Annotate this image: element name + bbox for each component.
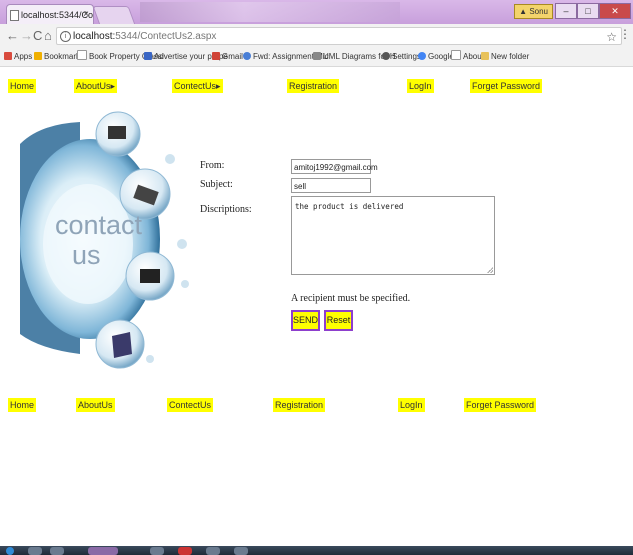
menu-registration[interactable]: Registration <box>287 79 340 93</box>
gear-icon <box>382 52 390 60</box>
menu-label: Forget Password <box>472 81 541 91</box>
subject-field[interactable]: sell <box>291 178 371 193</box>
menu-label: LogIn <box>400 400 423 410</box>
google-icon <box>418 52 426 60</box>
bookmark-item[interactable]: Settings <box>382 48 421 66</box>
taskbar-app-icon[interactable] <box>234 547 248 555</box>
menu-home[interactable]: Home <box>8 79 37 93</box>
footer-menu-home[interactable]: Home <box>8 398 37 412</box>
bookmark-item[interactable]: About <box>451 48 484 66</box>
new-tab-button[interactable] <box>92 6 136 25</box>
menu-label: LogIn <box>409 81 432 91</box>
subject-label: Subject: <box>200 179 233 190</box>
bookmark-item[interactable]: Apps <box>4 48 32 66</box>
menu-label: Home <box>10 81 35 91</box>
bookmark-item[interactable]: Gmail <box>212 48 243 66</box>
forward-arrow-icon[interactable]: → <box>20 28 33 43</box>
menu-label: Registration <box>289 81 338 91</box>
minimize-button[interactable]: – <box>555 3 577 19</box>
taskbar-app-icon[interactable] <box>28 547 42 555</box>
taskbar-app-icon[interactable] <box>50 547 64 555</box>
maximize-button[interactable]: □ <box>577 3 599 19</box>
back-arrow-icon[interactable]: ← <box>6 28 19 43</box>
taskbar-app-icon[interactable] <box>178 547 192 555</box>
bookmark-label: Gmail <box>222 52 243 61</box>
telephone-icon <box>108 126 126 139</box>
apps-icon <box>4 52 12 60</box>
from-field[interactable]: amitoj1992@gmail.com <box>291 159 378 174</box>
url-path: 5344/ContectUs2.aspx <box>115 31 217 42</box>
address-bar[interactable]: i localhost:5344/ContectUs2.aspx ☆ <box>56 27 622 45</box>
footer-menu-contectus[interactable]: ContectUs <box>167 398 214 412</box>
browser-toolbar: ← → C ⌂ i localhost:5344/ContectUs2.aspx… <box>0 24 633 49</box>
us-text: us <box>72 240 101 270</box>
close-tab-icon[interactable]: × <box>83 5 89 24</box>
envelope-icon <box>112 332 132 358</box>
taskbar-app-icon[interactable] <box>88 547 118 555</box>
footer-menu-login[interactable]: LogIn <box>398 398 425 412</box>
taskbar <box>0 546 633 555</box>
from-label: From: <box>200 160 225 171</box>
menu-forget-password[interactable]: Forget Password <box>470 79 543 93</box>
bookmark-star-icon[interactable]: ☆ <box>606 28 617 46</box>
error-message: A recipient must be specified. <box>291 293 411 304</box>
contact-text: contact <box>55 210 143 240</box>
submenu-arrow-icon: ▸ <box>216 81 221 91</box>
bookmark-item[interactable]: Google <box>418 48 454 66</box>
descriptions-text: the product is delivered <box>295 202 404 211</box>
info-icon[interactable]: i <box>60 31 71 42</box>
footer-menu-aboutus[interactable]: AboutUs <box>76 398 115 412</box>
browser-title-bar: localhost:5344/ContectU × ▲ Sonu – □ ✕ <box>0 0 633 25</box>
descriptions-label: Discriptions: <box>200 204 252 215</box>
taskbar-app-icon[interactable] <box>206 547 220 555</box>
contact-us-image: contact us <box>20 111 189 369</box>
page-icon <box>77 50 87 60</box>
menu-login[interactable]: LogIn <box>407 79 434 93</box>
gmail-icon <box>212 52 220 60</box>
send-button[interactable]: SEND <box>291 310 320 331</box>
bookmark-label: Settings <box>392 52 421 61</box>
star-icon <box>34 52 42 60</box>
folder-icon <box>481 52 489 60</box>
bookmarks-bar: Apps Bookmarks Book Property Classi Adve… <box>0 48 633 67</box>
site-icon <box>313 52 321 60</box>
bookmark-item[interactable]: New folder <box>481 48 529 66</box>
menu-label: Home <box>10 400 35 410</box>
descriptions-textarea[interactable]: the product is delivered <box>291 196 495 275</box>
bookmark-label: Google <box>428 52 454 61</box>
computer-icon <box>140 269 160 283</box>
reset-button[interactable]: Reset <box>324 310 353 331</box>
menu-label: AboutUs <box>78 400 113 410</box>
menu-label: AboutUs <box>76 81 111 91</box>
bookmark-label: New folder <box>491 52 530 61</box>
menu-label: Forget Password <box>466 400 535 410</box>
footer-menu-forget-password[interactable]: Forget Password <box>464 398 537 412</box>
browser-menu-icon[interactable]: ⋮ <box>619 27 631 41</box>
site-icon <box>144 52 152 60</box>
home-icon[interactable]: ⌂ <box>44 28 52 43</box>
reload-icon[interactable]: C <box>33 28 42 43</box>
menu-label: ContectUs <box>169 400 212 410</box>
google-icon <box>243 52 251 60</box>
close-window-button[interactable]: ✕ <box>599 3 631 19</box>
url-host: localhost: <box>73 31 116 42</box>
menu-label: ContectUs <box>174 81 217 91</box>
user-profile-button[interactable]: ▲ Sonu <box>514 4 553 19</box>
taskbar-app-icon[interactable] <box>150 547 164 555</box>
user-label: Sonu <box>529 7 548 16</box>
title-bar-decoration <box>140 2 400 22</box>
resize-grip-icon[interactable] <box>487 267 493 273</box>
footer-menu-registration[interactable]: Registration <box>273 398 326 412</box>
menu-aboutus[interactable]: AboutUs▸ <box>74 79 118 93</box>
page-icon <box>451 50 461 60</box>
page-icon <box>10 10 19 21</box>
menu-label: Registration <box>275 400 324 410</box>
menu-contectus[interactable]: ContectUs▸ <box>172 79 223 93</box>
browser-tab[interactable]: localhost:5344/ContectU × <box>6 4 94 24</box>
submenu-arrow-icon: ▸ <box>110 81 116 91</box>
bookmark-label: Apps <box>14 52 33 61</box>
start-icon[interactable] <box>6 547 14 555</box>
